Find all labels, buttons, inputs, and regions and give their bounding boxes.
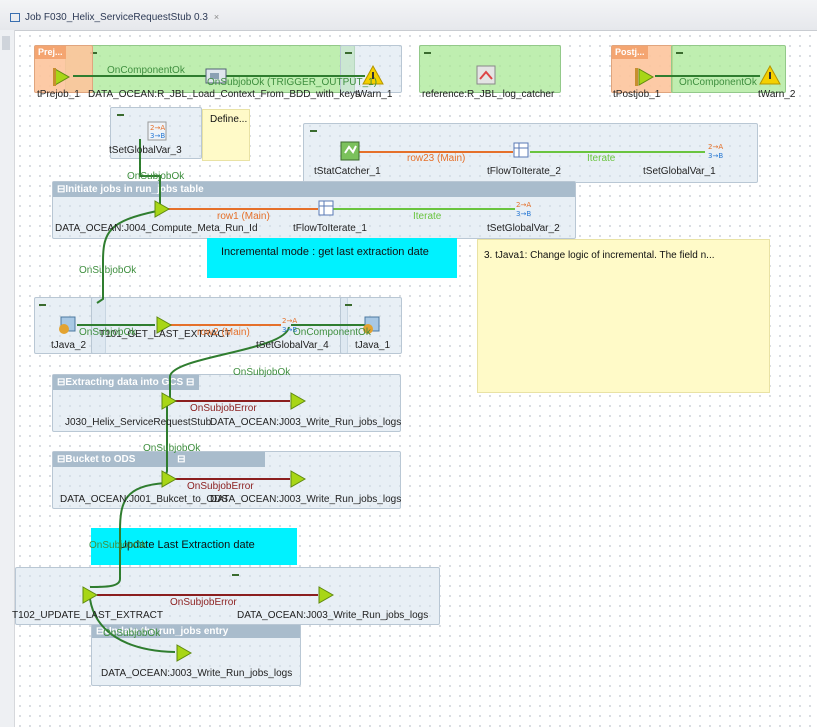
iterate-1-label: Iterate: [587, 153, 616, 164]
onsubjobok-6-label: OnSubjobOk: [89, 540, 147, 551]
onsubjoberror-2-label: OnSubjobError: [187, 481, 254, 492]
onsubjobok-1-label: OnSubjobOk: [127, 171, 185, 182]
tpostjob-icon[interactable]: [635, 67, 655, 87]
write-logs-4-label: DATA_OCEAN:J003_Write_Run_jobs_logs: [101, 668, 293, 679]
job-designer-canvas[interactable]: Prej... Postj... ⊟Initiate jobs in run_j…: [12, 31, 817, 727]
onsubjoberror-3-label: OnSubjobError: [170, 597, 237, 608]
write-logs-1-icon[interactable]: [289, 391, 307, 411]
link-onsubjobok-5[interactable]: [164, 403, 168, 480]
oncomponentok-2-label: OnComponentOk: [679, 77, 757, 88]
tprejob-label: tPrejob_1: [37, 89, 80, 100]
onsubjobok-7-label: OnSubjobOk: [103, 628, 161, 639]
log-catcher-label: reference:R_JBL_log_catcher: [422, 89, 555, 100]
editor-tab-bar: Job F030_Helix_ServiceRequestStub 0.3 ×: [0, 0, 817, 31]
close-icon[interactable]: ×: [214, 12, 219, 22]
svg-text:3→B: 3→B: [708, 152, 723, 160]
tstatcatcher-label: tStatCatcher_1: [314, 166, 381, 177]
onsubjobok-2-label: OnSubjobOk: [79, 265, 137, 276]
tflowtoiterate2-icon[interactable]: [513, 141, 533, 161]
j001-label: DATA_OCEAN:J001_Bukcet_to_ODS: [60, 494, 229, 505]
onsubjobok-3-label: OnSubjobOk: [79, 327, 137, 338]
twarn1-label: tWarn_1: [355, 89, 393, 100]
tflowtoiterate2-label: tFlowToIterate_2: [487, 166, 561, 177]
iterate-2-label: Iterate: [413, 211, 442, 222]
row23-label: row23 (Main): [407, 153, 466, 164]
onsubjobok-4-label: OnSubjobOk: [233, 367, 291, 378]
j001-icon[interactable]: [160, 469, 178, 489]
left-ruler: [0, 30, 15, 727]
j030-icon[interactable]: [160, 391, 178, 411]
onsubjobok-trigger-label: OnSubjobOk (TRIGGER_OUTPUT_1): [207, 77, 378, 88]
onsubjobok-5-label: OnSubjobOk: [143, 443, 201, 454]
tsetglobalvar1-icon[interactable]: 2→A3→B: [707, 141, 727, 161]
svg-text:2→A: 2→A: [282, 317, 297, 325]
tsetglobalvar2-icon[interactable]: 2→A3→B: [515, 199, 535, 219]
compute-meta-icon[interactable]: [153, 199, 171, 219]
compute-meta-label: DATA_OCEAN:J004_Compute_Meta_Run_Id: [55, 223, 258, 234]
link-onsubjobok-7[interactable]: [89, 598, 176, 653]
svg-text:2→A: 2→A: [708, 143, 723, 151]
job-icon: [10, 12, 20, 22]
tsetglobalvar2-label: tSetGlobalVar_2: [487, 223, 560, 234]
load-context-label: DATA_OCEAN:R_JBL_Load_Context_From_BDD_w…: [88, 89, 360, 100]
write-logs-3-label: DATA_OCEAN:J003_Write_Run_jobs_logs: [237, 610, 429, 621]
tflowtoiterate1-label: tFlowToIterate_1: [293, 223, 367, 234]
write-logs-4-icon[interactable]: [175, 643, 193, 663]
tprejob-icon[interactable]: [53, 67, 71, 87]
tstatcatcher-icon[interactable]: [340, 141, 360, 161]
twarn2-label: tWarn_2: [758, 89, 796, 100]
connections-layer: [73, 75, 760, 653]
oncomponentok-1-label: OnComponentOk: [107, 65, 185, 76]
svg-text:2→A: 2→A: [150, 124, 165, 132]
tpostjob-label: tPostjob_1: [613, 89, 661, 100]
write-logs-1-label: DATA_OCEAN:J003_Write_Run_jobs_logs: [210, 417, 402, 428]
write-logs-3-icon[interactable]: [317, 585, 335, 605]
job-tab-title: Job F030_Helix_ServiceRequestStub 0.3: [25, 11, 208, 23]
job-tab[interactable]: Job F030_Helix_ServiceRequestStub 0.3 ×: [10, 6, 219, 28]
j030-label: J030_Helix_ServiceRequestStub: [65, 417, 212, 428]
row1-label: row1 (Main): [217, 211, 270, 222]
tflowtoiterate1-icon[interactable]: [318, 199, 338, 219]
row2-label: row2 (Main): [197, 327, 250, 338]
tsetglobalvar3-label: tSetGlobalVar_3: [109, 145, 182, 156]
log-catcher-icon[interactable]: [475, 64, 497, 86]
write-logs-2-icon[interactable]: [289, 469, 307, 489]
onsubjoberror-1-label: OnSubjobError: [190, 403, 257, 414]
t102-icon[interactable]: [81, 585, 99, 605]
tjava2-icon[interactable]: [57, 315, 77, 335]
svg-text:3→B: 3→B: [516, 210, 531, 218]
t102-label: T102_UPDATE_LAST_EXTRACT: [12, 610, 163, 621]
twarn2-icon[interactable]: [759, 65, 781, 85]
tsetglobalvar1-label: tSetGlobalVar_1: [643, 166, 716, 177]
svg-text:2→A: 2→A: [516, 201, 531, 209]
tjava1-label: tJava_1: [355, 340, 391, 351]
ruler-marker: [2, 36, 10, 50]
tsetglobalvar3-icon[interactable]: 2→A3→B: [147, 121, 167, 141]
oncomponentok-3-label: OnComponentOk: [293, 327, 371, 338]
write-logs-2-label: DATA_OCEAN:J003_Write_Run_jobs_logs: [210, 494, 402, 505]
tjava2-label: tJava_2: [51, 340, 87, 351]
svg-text:3→B: 3→B: [150, 132, 165, 140]
tsetglobalvar4-label: tSetGlobalVar_4: [256, 340, 329, 351]
